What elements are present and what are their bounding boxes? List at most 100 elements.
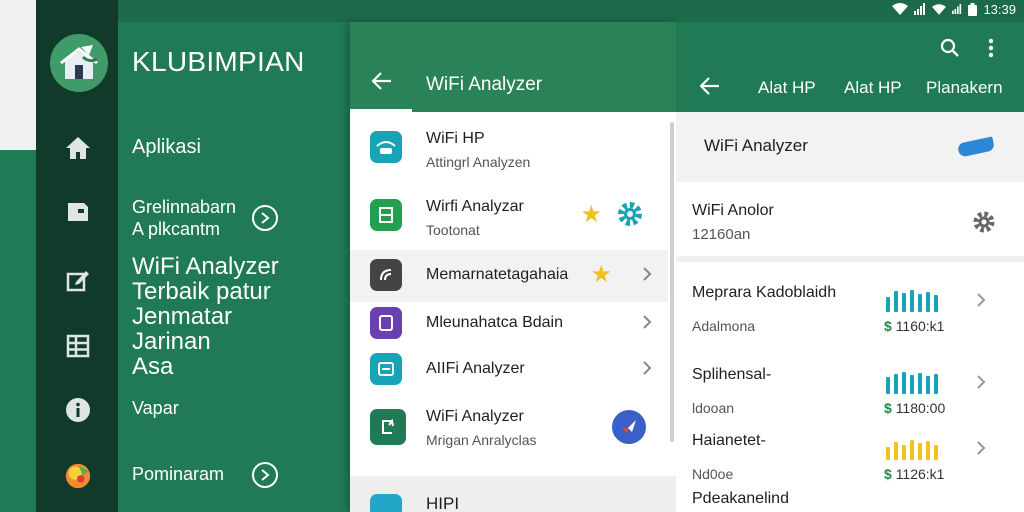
wifi-icon xyxy=(932,3,947,15)
signal-bar xyxy=(926,292,930,312)
signal-bar xyxy=(910,440,914,460)
settings-card[interactable]: WiFi Anolor 12160an xyxy=(676,190,1024,262)
list-item-title: Memarnatetagahaia xyxy=(426,266,569,283)
signal-bar xyxy=(934,445,938,460)
home-icon[interactable] xyxy=(64,134,92,162)
drawer-item-vapar[interactable]: Vapar xyxy=(132,398,179,419)
list-item[interactable]: HIPI xyxy=(350,476,676,512)
signal-bar xyxy=(902,445,906,460)
list-item-title: Haianetet- xyxy=(692,432,766,449)
house-logo-icon xyxy=(60,45,98,79)
list-item[interactable]: Memarnatetagahaia ★ xyxy=(350,250,668,302)
price: $ 1160:k1 xyxy=(884,318,944,334)
drawer-highlight-line: Terbaik patur xyxy=(132,278,271,305)
star-icon[interactable]: ★ xyxy=(590,260,612,289)
list-item[interactable]: WiFi Analyzer Mrigan Anralyclas xyxy=(350,400,668,452)
currency-symbol: $ xyxy=(884,466,892,482)
app-icon xyxy=(370,409,406,445)
app-icon xyxy=(370,494,402,512)
app-icon xyxy=(370,307,402,339)
drawer-highlight-line: WiFi Analyzer xyxy=(132,253,279,280)
list-item-title: Mleunahatca Bdain xyxy=(426,314,563,331)
price: $ 1126:k1 xyxy=(884,466,944,482)
expand-button[interactable] xyxy=(252,462,278,488)
grid-icon[interactable] xyxy=(64,332,92,360)
list-item-subtitle: Nd0oe xyxy=(692,466,734,482)
list-item-title: Splihensal- xyxy=(692,366,772,383)
section-title: WiFi Analyzer xyxy=(704,136,808,155)
list-item-title: Meprara Kadoblaidh xyxy=(692,284,837,301)
signal-bar xyxy=(918,443,922,460)
card-subtitle: 12160an xyxy=(692,226,751,243)
list-item[interactable]: Meprara Kadoblaidh Adalmona $ 1160:k1 xyxy=(676,284,1024,356)
folder-icon[interactable] xyxy=(64,198,92,226)
list-item[interactable]: Wirfi Analyzar Tootonat ★ xyxy=(350,190,668,242)
edit-icon[interactable] xyxy=(64,266,92,294)
signal-bar xyxy=(918,373,922,394)
scrollbar[interactable] xyxy=(670,122,674,442)
gear-icon[interactable] xyxy=(972,210,996,234)
price-value: 1180:00 xyxy=(895,400,946,416)
drawer-group[interactable]: Grelinnabarn A plkcantm xyxy=(132,196,236,240)
drawer-title: KLUBIMPIAN xyxy=(132,46,305,77)
price: $ 1180:00 xyxy=(884,400,945,416)
app-icon xyxy=(370,353,402,385)
signal-bar xyxy=(894,442,898,460)
colorful-app-icon[interactable] xyxy=(64,462,92,490)
chevron-right-icon xyxy=(261,212,270,224)
detail-panel: Alat HP Alat HP Planakern WiFi Analyzer … xyxy=(676,22,1024,512)
list-item-title: HIPI xyxy=(426,494,460,512)
list-item[interactable]: Mleunahatca Bdain xyxy=(350,298,668,350)
star-icon[interactable]: ★ xyxy=(580,200,602,229)
tab-alat-hp[interactable]: Alat HP xyxy=(758,78,816,98)
tab-planakern[interactable]: Planakern xyxy=(926,78,1003,98)
app-list-panel: WiFi Analyzer WiFi HP Attingrl Analyzen … xyxy=(350,22,676,512)
price-value: 1126:k1 xyxy=(895,466,945,482)
chevron-right-icon xyxy=(643,267,652,281)
panel-header: WiFi Analyzer xyxy=(350,22,676,112)
chevron-right-icon xyxy=(977,293,986,307)
drawer-item-aplikasi[interactable]: Aplikasi xyxy=(132,136,201,159)
tab-alat-hp-2[interactable]: Alat HP xyxy=(844,78,902,98)
app-logo-icon xyxy=(956,136,996,158)
list-item-title[interactable]: Pdeakanelind xyxy=(692,490,789,508)
signal-bar xyxy=(902,293,906,312)
info-icon[interactable] xyxy=(64,396,92,424)
signal-strength-bars xyxy=(886,438,938,460)
wifi-router-icon xyxy=(370,131,402,163)
drawer-highlight-line: Jenmatar xyxy=(132,303,233,330)
drawer-highlight-line: Asa xyxy=(132,353,174,380)
list-item[interactable]: WiFi HP Attingrl Analyzen xyxy=(350,122,668,174)
price-value: 1160:k1 xyxy=(895,318,945,334)
currency-symbol: $ xyxy=(884,318,892,334)
search-icon[interactable] xyxy=(940,38,960,58)
signal-strength-bars xyxy=(886,372,938,394)
rocket-badge-icon[interactable] xyxy=(612,410,646,444)
back-arrow-icon[interactable] xyxy=(700,77,720,95)
drawer-highlight-line: Jarinan xyxy=(132,328,211,355)
app-logo[interactable] xyxy=(50,34,108,92)
list-item[interactable]: Splihensal- ldooan $ 1180:00 xyxy=(676,366,1024,438)
signal-bar xyxy=(886,447,890,460)
expand-button[interactable] xyxy=(252,205,278,231)
left-edge-background xyxy=(0,0,40,150)
gear-icon[interactable] xyxy=(616,200,644,228)
signal-bar xyxy=(886,377,890,394)
chevron-right-icon xyxy=(977,441,986,455)
signal-strength-bars xyxy=(886,290,938,312)
list-item-subtitle: Adalmona xyxy=(692,318,756,334)
currency-symbol: $ xyxy=(884,400,892,416)
status-time: 13:39 xyxy=(983,1,1016,17)
signal-bar xyxy=(934,374,938,394)
chevron-right-icon xyxy=(643,361,652,375)
drawer-item-pominaram[interactable]: Pominaram xyxy=(132,464,224,485)
more-vert-icon[interactable] xyxy=(988,38,994,58)
chevron-right-icon xyxy=(977,375,986,389)
top-background xyxy=(0,0,1024,22)
section-header[interactable]: WiFi Analyzer xyxy=(676,112,1024,182)
chevron-right-icon xyxy=(261,469,270,481)
tab-indicator xyxy=(350,109,412,112)
back-arrow-icon[interactable] xyxy=(372,72,392,90)
list-item[interactable]: AIIFi Analyzer xyxy=(350,344,668,396)
list-item-title: Wirfi Analyzar xyxy=(426,198,524,215)
